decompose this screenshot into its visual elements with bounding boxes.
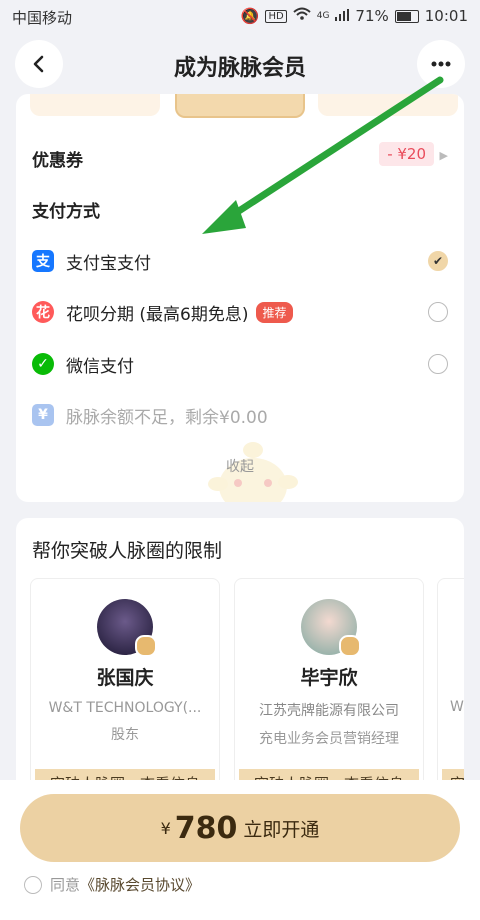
payment-heading: 支付方式 — [32, 201, 100, 222]
bottom-bar: ¥ 780 立即开通 同意 《脉脉会员协议》 — [0, 780, 480, 920]
status-icons: 🔕 HD 4G 71% 10:01 — [241, 7, 468, 25]
mute-icon: 🔕 — [240, 7, 260, 25]
signal-icon — [335, 7, 350, 25]
alipay-icon: 支 — [32, 250, 54, 272]
payment-option-wechat[interactable]: ✓ 微信支付 — [32, 344, 448, 384]
network-type: 4G — [316, 11, 330, 21]
battery-percent: 71% — [355, 7, 389, 25]
page-title: 成为脉脉会员 — [173, 56, 306, 81]
payment-option-label: 微信支付 — [66, 356, 134, 377]
crown-icon — [339, 635, 361, 657]
more-dots-icon — [431, 61, 451, 67]
avatar — [97, 599, 157, 657]
recommend-badge: 推荐 — [256, 301, 293, 323]
person-position: 充电业务会员营销经理 — [259, 731, 399, 747]
wifi-icon — [293, 7, 311, 25]
person-name: 张国庆 — [96, 667, 154, 689]
carrier-label: 中国移动 — [12, 9, 73, 27]
radio-unchecked[interactable] — [428, 302, 448, 322]
agreement-row[interactable]: 同意 《脉脉会员协议》 — [24, 874, 200, 895]
wechat-icon: ✓ — [32, 353, 54, 375]
huabei-icon: 花 — [32, 301, 54, 323]
radio-checked[interactable]: ✔ — [428, 251, 448, 271]
nav-bar: 成为脉脉会员 — [0, 34, 480, 94]
plan-option-selected[interactable] — [175, 94, 305, 118]
payment-heading-row: 支付方式 — [32, 189, 448, 229]
person-name: 毕宇欣 — [300, 667, 358, 689]
payment-option-balance: ¥ 脉脉余额不足，剩余¥0.00 — [32, 395, 448, 435]
payment-option-label: 支付宝支付 — [66, 253, 151, 274]
plan-option[interactable] — [318, 94, 458, 116]
section-title: 帮你突破人脉圈的限制 — [32, 540, 223, 562]
person-company: 江苏壳牌能源有限公司 — [259, 703, 399, 719]
currency-symbol: ¥ — [160, 818, 171, 838]
person-card-partial[interactable]: W 突 — [437, 578, 464, 798]
coupon-value[interactable]: - ¥20 — [379, 142, 434, 166]
avatar — [301, 599, 361, 657]
crown-icon — [135, 635, 157, 657]
status-bar: 中国移动 🔕 HD 4G 71% 10:01 — [0, 0, 480, 34]
payment-option-alipay[interactable]: 支 支付宝支付 ✔ — [32, 241, 448, 281]
hd-icon: HD — [265, 9, 287, 23]
radio-unchecked[interactable] — [428, 354, 448, 374]
balance-icon: ¥ — [32, 404, 54, 426]
payment-card: 优惠券 - ¥20 ▶ 支付方式 支 支付宝支付 ✔ 花 花呗分期 (最高6期免… — [16, 94, 464, 502]
network-card: 帮你突破人脉圈的限制 张国庆 W&T TECHNOLOGY(... 股东 突破人… — [16, 518, 464, 798]
agreement-prefix: 同意 — [50, 876, 81, 894]
agreement-checkbox[interactable] — [24, 875, 42, 894]
price: 780 — [174, 810, 238, 846]
payment-option-label: 花呗分期 (最高6期免息) — [66, 304, 249, 325]
person-position: 股东 — [111, 727, 139, 743]
agreement-link[interactable]: 《脉脉会员协议》 — [80, 874, 200, 895]
person-card[interactable]: 张国庆 W&T TECHNOLOGY(... 股东 突破人脉圈，查看信息 — [30, 578, 220, 798]
person-card[interactable]: 毕宇欣 江苏壳牌能源有限公司 充电业务会员营销经理 突破人脉圈，查看信息 — [234, 578, 424, 798]
person-company: W&T TECHNOLOGY(... — [48, 700, 202, 716]
purchase-button[interactable]: ¥ 780 立即开通 — [20, 794, 460, 862]
collapse-button[interactable]: 收起 — [16, 456, 464, 476]
plan-option[interactable] — [30, 94, 160, 116]
battery-icon — [394, 9, 419, 23]
person-company: W — [450, 699, 464, 715]
clock: 10:01 — [424, 7, 468, 25]
payment-option-label: 脉脉余额不足，剩余¥0.00 — [66, 407, 268, 428]
coupon-label: 优惠券 — [32, 150, 83, 171]
purchase-label: 立即开通 — [243, 818, 320, 841]
chevron-right-icon: ▶ — [439, 149, 448, 162]
payment-option-huabei[interactable]: 花 花呗分期 (最高6期免息) 推荐 — [32, 292, 448, 332]
more-button[interactable] — [417, 40, 465, 88]
